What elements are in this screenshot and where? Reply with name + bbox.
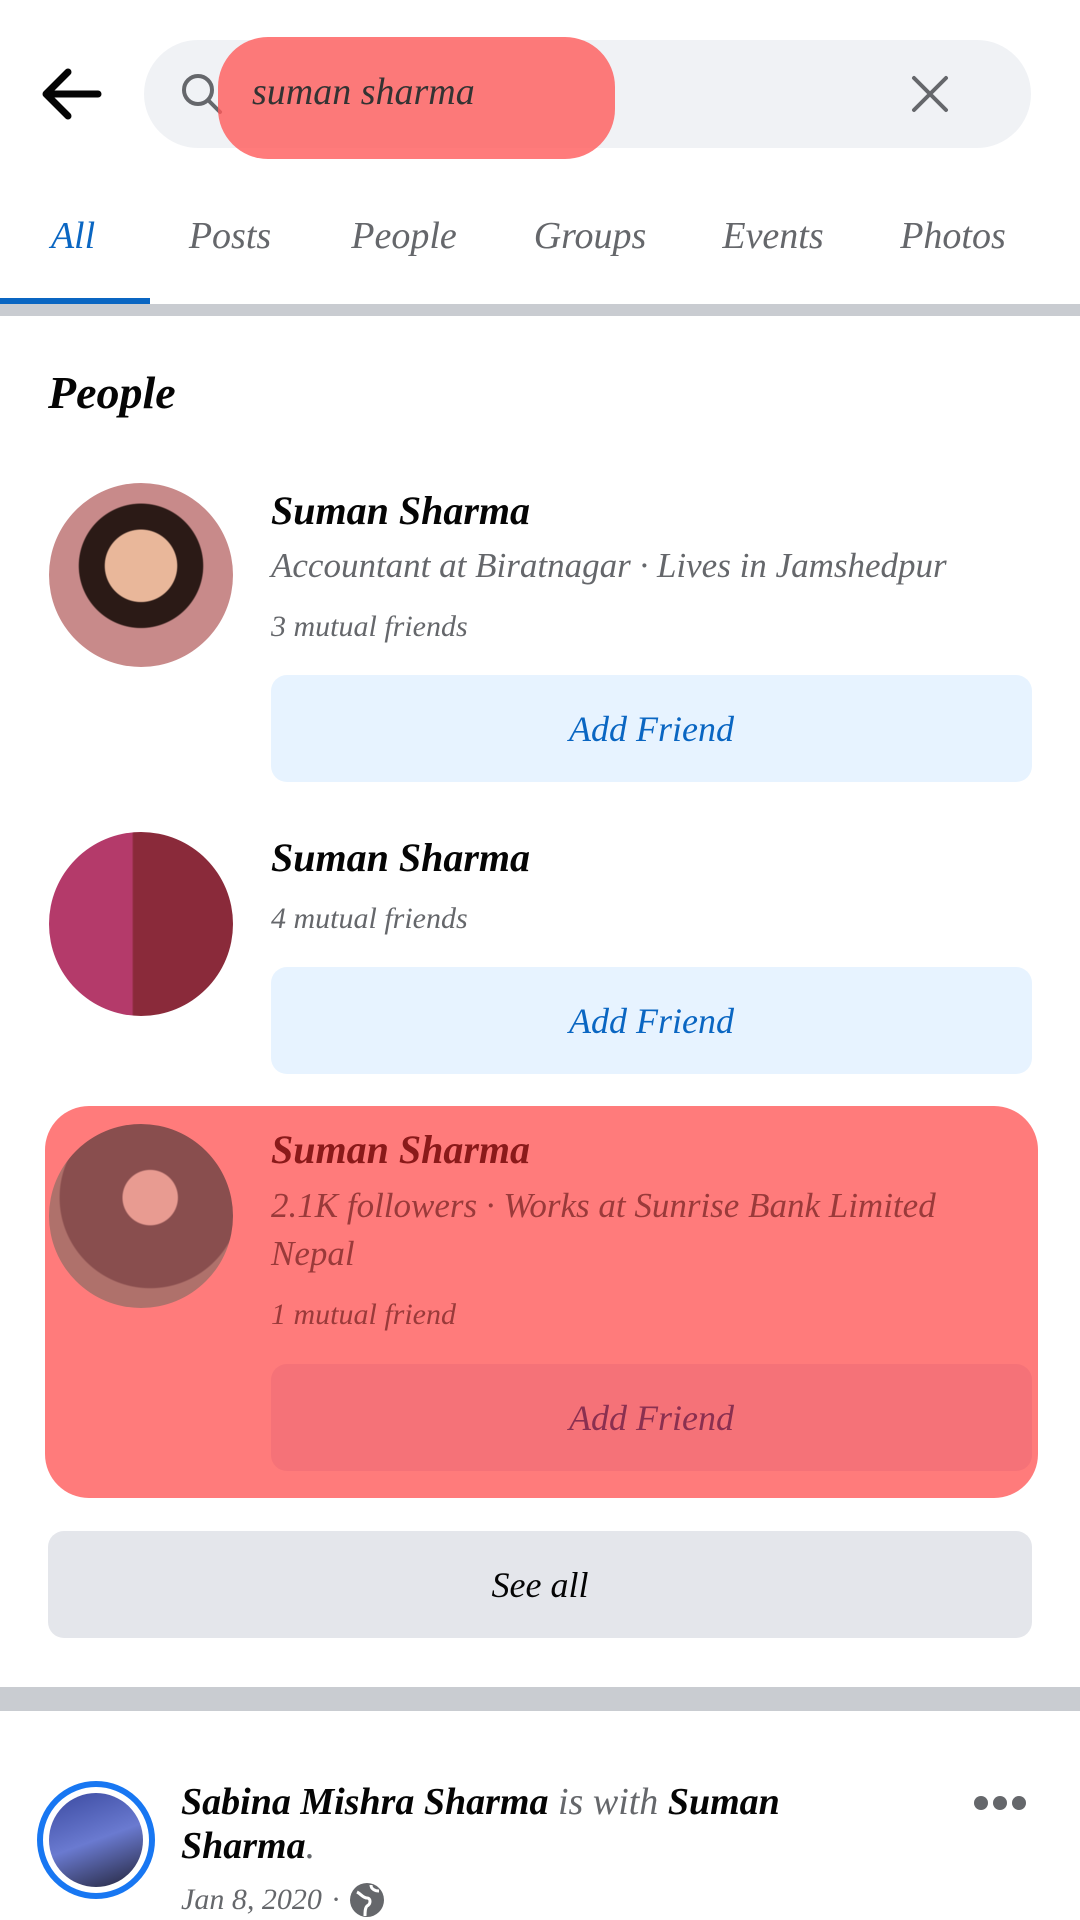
- post-author[interactable]: Sabina Mishra Sharma: [181, 1781, 549, 1823]
- connector-text: is with: [548, 1781, 668, 1823]
- add-friend-button[interactable]: Add Friend: [271, 675, 1032, 782]
- tab-events[interactable]: Events: [722, 214, 823, 258]
- divider: [0, 304, 1080, 316]
- post-header-text: Sabina Mishra Sharma is with Suman Sharma…: [181, 1780, 821, 1868]
- see-all-button[interactable]: See all: [48, 1531, 1032, 1638]
- tab-all[interactable]: All: [51, 214, 95, 258]
- more-options-button[interactable]: [974, 1796, 1026, 1810]
- tab-photos[interactable]: Photos: [900, 214, 1006, 258]
- person-details: Accountant at Biratnagar · Lives in Jams…: [271, 546, 947, 585]
- person-name[interactable]: Suman Sharma: [271, 487, 530, 534]
- person-name[interactable]: Suman Sharma: [271, 1126, 530, 1173]
- add-friend-button[interactable]: Add Friend: [271, 1364, 1032, 1471]
- avatar[interactable]: [49, 483, 233, 667]
- mutual-friends: 4 mutual friends: [271, 902, 468, 935]
- tagged-person-line2[interactable]: Sharma: [181, 1825, 306, 1867]
- person-details: 2.1K followers · Works at Sunrise Bank L…: [271, 1186, 936, 1225]
- mutual-friends: 1 mutual friend: [271, 1298, 456, 1331]
- section-title: People: [48, 367, 176, 418]
- post-avatar[interactable]: [37, 1781, 155, 1899]
- period: .: [305, 1825, 316, 1867]
- back-button[interactable]: [36, 64, 108, 124]
- close-icon[interactable]: [908, 72, 952, 116]
- tab-people[interactable]: People: [351, 214, 457, 258]
- post-meta: Jan 8, 2020 ·: [181, 1882, 385, 1918]
- tagged-person[interactable]: Suman: [668, 1781, 780, 1823]
- search-query: suman sharma: [252, 71, 475, 113]
- person-details-line2: Nepal: [271, 1234, 355, 1273]
- avatar[interactable]: [49, 832, 233, 1016]
- more-dots-icon: [974, 1796, 1026, 1810]
- person-name[interactable]: Suman Sharma: [271, 834, 530, 881]
- separator: ·: [331, 1883, 340, 1916]
- globe-icon: [350, 1883, 385, 1917]
- add-friend-button[interactable]: Add Friend: [271, 967, 1032, 1074]
- post-date[interactable]: Jan 8, 2020: [181, 1883, 322, 1917]
- divider: [0, 1687, 1080, 1711]
- tab-groups[interactable]: Groups: [534, 214, 647, 258]
- avatar[interactable]: [49, 1124, 233, 1308]
- arrow-left-icon: [42, 68, 102, 120]
- mutual-friends: 3 mutual friends: [271, 610, 468, 643]
- tab-posts[interactable]: Posts: [189, 214, 271, 258]
